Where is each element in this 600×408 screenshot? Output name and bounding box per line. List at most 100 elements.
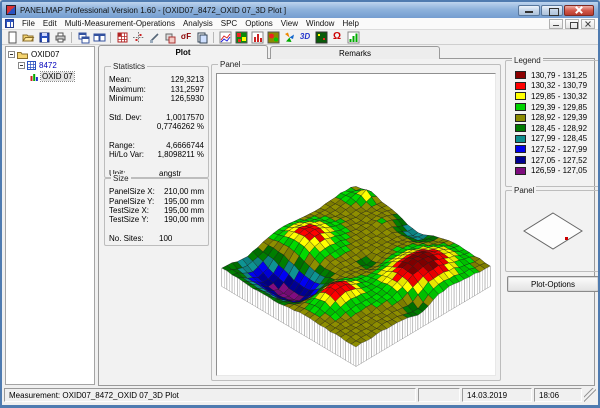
size-row: TestSize X: 195,00 mm (105, 206, 208, 215)
stat-value: 126,5930 (170, 93, 204, 103)
resize-grip[interactable] (584, 388, 596, 402)
menu-item[interactable]: File (18, 19, 39, 28)
tile-windows-button[interactable] (91, 31, 107, 44)
legend-row: 130,32 - 130,79 (506, 81, 598, 92)
alignment-cross-button[interactable] (130, 31, 146, 44)
legend-range: 126,59 - 127,05 (531, 166, 588, 176)
legend-row: 129,85 - 130,32 (506, 91, 598, 102)
sigma-f-button[interactable]: σF (178, 31, 194, 44)
site-chart-button[interactable] (345, 31, 361, 44)
stat-value: 4,6666744 (166, 140, 204, 150)
legend-swatch (515, 92, 526, 101)
new-button[interactable] (4, 31, 20, 44)
mdi-child-icon[interactable] (5, 19, 14, 28)
tile-windows-icon (93, 33, 105, 41)
legend-range: 129,39 - 129,85 (531, 102, 588, 112)
tree-item-oxid07[interactable]: OXID07 (6, 49, 94, 60)
stat-row (105, 103, 208, 112)
menu-item[interactable]: SPC (217, 19, 241, 28)
surface-map-button[interactable] (265, 31, 281, 44)
size-value: 100 (159, 234, 173, 244)
window-title: PANELMAP Professional Version 1.60 - [OX… (20, 5, 287, 15)
status-bar: Measurement: OXID07_8472_OXID 07_3D Plot… (2, 386, 598, 405)
tree-item-8472[interactable]: 8472 (6, 60, 94, 71)
stat-label: Maximum: (109, 84, 146, 94)
legend-row: 129,39 - 129,85 (506, 102, 598, 113)
cascade-windows-button[interactable] (75, 31, 91, 44)
tree-label-selected: OXID 07 (40, 71, 75, 82)
three-d-icon: 3D (299, 32, 311, 41)
printer-icon (55, 32, 65, 42)
app-window: PANELMAP Professional Version 1.60 - [OX… (0, 0, 600, 408)
view-3d-button[interactable]: 3D (297, 31, 313, 44)
size-row (105, 225, 208, 234)
stat-row: Mean: 129,3213 (105, 75, 208, 84)
tab-strip: Plot Remarks (98, 45, 595, 59)
legend-row: 127,05 - 127,52 (506, 155, 598, 166)
legend-row: 130,79 - 131,25 (506, 70, 598, 81)
open-button[interactable] (20, 31, 36, 44)
menu-item[interactable]: Analysis (179, 19, 217, 28)
menu-item[interactable]: View (277, 19, 302, 28)
mdi-restore-button[interactable] (565, 18, 579, 29)
menu-items: File Edit Multi-Measurement-Operations Anal… (18, 19, 363, 28)
histogram-button[interactable] (249, 31, 265, 44)
legend-row: 128,92 - 129,39 (506, 112, 598, 123)
tree-item-oxid-07[interactable]: OXID 07 (6, 71, 94, 82)
rotate-3d-button[interactable] (281, 31, 297, 44)
omega-button[interactable]: Ω (329, 31, 345, 44)
minimize-button[interactable] (518, 4, 540, 16)
menu-item[interactable]: Multi-Measurement-Operations (61, 19, 179, 28)
legend-row: 127,52 - 127,99 (506, 144, 598, 155)
stat-row: Maximum: 131,2597 (105, 84, 208, 94)
size-label: PanelSize Y: (109, 196, 155, 206)
toolbar-separator (71, 31, 72, 43)
tab-plot[interactable]: Plot (98, 45, 268, 59)
menu-item[interactable]: Help (338, 19, 362, 28)
collapse-icon[interactable] (18, 62, 25, 69)
panel-orientation-dot (565, 237, 568, 240)
legend-swatch (515, 71, 526, 80)
save-button[interactable] (36, 31, 52, 44)
print-button[interactable] (52, 31, 68, 44)
mdi-controls (549, 18, 595, 29)
tab-remarks[interactable]: Remarks (270, 46, 440, 59)
panel-title: Panel (218, 60, 243, 69)
color-map-button[interactable] (233, 31, 249, 44)
probe-button[interactable] (146, 31, 162, 44)
menu-item[interactable]: Edit (39, 19, 61, 28)
size-group: Size PanelSize X: 210,00 mm PanelSize Y:… (104, 174, 209, 246)
stat-row: 0,7746262 % (105, 122, 208, 131)
color-map-icon (235, 31, 247, 43)
line-chart-button[interactable] (217, 31, 233, 44)
size-row: PanelSize X: 210,00 mm (105, 187, 208, 196)
size-value: 195,00 mm (163, 205, 204, 215)
menu-item[interactable]: Window (302, 19, 338, 28)
paste-button[interactable] (194, 31, 210, 44)
close-button[interactable] (564, 4, 594, 16)
mdi-minimize-button[interactable] (549, 18, 563, 29)
maximize-button[interactable] (541, 4, 563, 16)
legend-swatch (515, 124, 526, 133)
legend-group: Legend 130,79 - 131,25 130,32 - 130,79 1… (505, 56, 598, 187)
dark-map-button[interactable] (313, 31, 329, 44)
collapse-icon[interactable] (8, 51, 15, 58)
panel-grid-button[interactable] (114, 31, 130, 44)
mdi-close-button[interactable] (581, 18, 595, 29)
surface-3d-plot (221, 186, 491, 367)
alignment-cross-icon (132, 31, 144, 43)
panel-grid-icon (117, 32, 127, 42)
stat-label: Range: (109, 140, 135, 150)
copy-panel-button[interactable] (162, 31, 178, 44)
plot-options-button[interactable]: Plot-Options (507, 276, 598, 292)
stat-row: Minimum: 126,5930 (105, 94, 208, 103)
copy-panel-icon (165, 33, 175, 43)
caption-buttons (518, 4, 594, 16)
stat-row: Hi/Lo Var: 1,8098211 % (105, 150, 208, 159)
tree-label: 8472 (39, 61, 57, 70)
menu-item[interactable]: Options (241, 19, 277, 28)
measurement-chart-icon (30, 74, 38, 81)
status-time: 18:06 (534, 388, 582, 402)
open-folder-icon (21, 34, 34, 41)
panel-preview-title: Panel (512, 186, 537, 195)
